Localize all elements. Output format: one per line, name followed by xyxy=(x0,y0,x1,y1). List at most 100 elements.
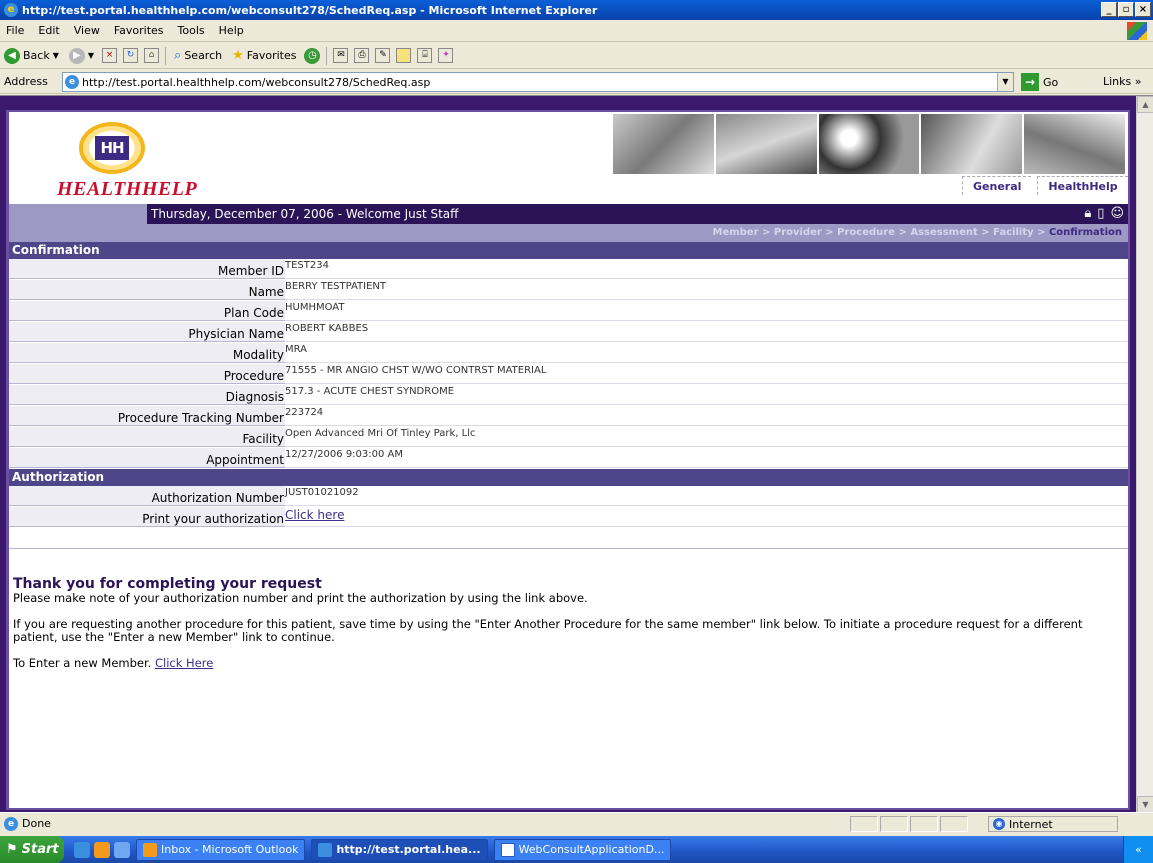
logo-wordmark: HEALTHHELP xyxy=(57,178,198,200)
table-row: Appointment 12/27/2006 9:03:00 AM xyxy=(9,448,1128,469)
search-button[interactable]: ⌕ Search xyxy=(172,48,224,63)
notes-icon[interactable] xyxy=(396,48,412,63)
window-title-bar: e http://test.portal.healthhelp.com/webc… xyxy=(0,0,1153,20)
nav-healthhelp-link[interactable]: HealthHelp xyxy=(1037,176,1128,195)
mouse-icon[interactable]: ▯ xyxy=(1097,206,1104,221)
table-row: Procedure Tracking Number 223724 xyxy=(9,406,1128,427)
authorization-heading: Authorization xyxy=(9,469,1128,486)
browser-viewport: HH HEALTHHELP General HealthHelp Thursda… xyxy=(0,95,1153,813)
page-done-icon: e xyxy=(4,816,18,831)
new-member-text: To Enter a new Member. xyxy=(13,656,152,670)
table-row: Diagnosis 517.3 - ACUTE CHEST SYNDROME xyxy=(9,385,1128,406)
windows-flag-icon: ⚑ xyxy=(6,842,18,857)
status-panels xyxy=(850,816,970,832)
field-value: HUMHMOAT xyxy=(285,301,1128,321)
scroll-up-icon[interactable]: ▲ xyxy=(1137,96,1153,113)
header-nav: General HealthHelp xyxy=(962,176,1128,195)
chevron-down-icon: ▼ xyxy=(52,51,59,60)
menu-bar: File Edit View Favorites Tools Help xyxy=(0,20,1153,42)
outlook-quicklaunch-icon[interactable] xyxy=(94,841,110,858)
search-icon: ⌕ xyxy=(174,48,182,63)
page-content: HH HEALTHHELP General HealthHelp Thursda… xyxy=(6,110,1130,810)
go-button[interactable]: → Go xyxy=(1021,73,1058,91)
table-row: Name BERRY TESTPATIENT xyxy=(9,280,1128,301)
field-label: Plan Code xyxy=(9,301,285,321)
address-input[interactable]: e http://test.portal.healthhelp.com/webc… xyxy=(62,72,1014,92)
vertical-scrollbar[interactable]: ▲ ▼ xyxy=(1136,96,1153,813)
links-toolbar[interactable]: Links » xyxy=(1103,75,1141,88)
forward-button[interactable]: ▶ ▼ xyxy=(67,47,96,64)
field-label: Name xyxy=(9,280,285,300)
stop-icon[interactable]: × xyxy=(102,48,118,63)
thanks-title: Thank you for completing your request xyxy=(13,576,322,592)
site-header: HH HEALTHHELP General HealthHelp xyxy=(9,112,1128,204)
star-icon: ★ xyxy=(232,48,244,63)
system-tray-expand[interactable]: « xyxy=(1123,836,1153,863)
smiley-icon[interactable]: ☺ xyxy=(1110,206,1124,221)
menu-favorites[interactable]: Favorites xyxy=(114,24,164,37)
field-label: Procedure Tracking Number xyxy=(9,406,285,426)
standard-toolbar: ◀ Back ▼ ▶ ▼ × ↻ ⌂ ⌕ Search ★ Favorites … xyxy=(0,43,1153,69)
table-row: Procedure 71555 - MR ANGIO CHST W/WO CON… xyxy=(9,364,1128,385)
ie-quicklaunch-icon[interactable] xyxy=(74,841,90,858)
maximize-button[interactable]: ▫ xyxy=(1118,2,1134,17)
refresh-icon[interactable]: ↻ xyxy=(123,48,139,63)
history-icon[interactable]: ◷ xyxy=(304,47,321,64)
word-icon xyxy=(500,842,515,857)
header-icons: 🔒︎ ▯ ☺ xyxy=(1084,206,1124,221)
table-row: Plan Code HUMHMOAT xyxy=(9,301,1128,322)
breadcrumb: Member > Provider > Procedure > Assessme… xyxy=(9,224,1128,242)
menu-view[interactable]: View xyxy=(74,24,100,37)
healthhelp-logo[interactable]: HH HEALTHHELP xyxy=(57,122,197,202)
messenger-icon[interactable]: ✦ xyxy=(438,48,454,63)
menu-file[interactable]: File xyxy=(6,24,24,37)
lock-icon[interactable]: 🔒︎ xyxy=(1084,206,1091,221)
back-button[interactable]: ◀ Back ▼ xyxy=(2,47,61,64)
table-row: Authorization Number JUST01021092 xyxy=(9,486,1128,507)
field-value: BERRY TESTPATIENT xyxy=(285,280,1128,300)
globe-icon: ◉ xyxy=(993,818,1005,830)
back-arrow-icon: ◀ xyxy=(4,47,20,64)
favorites-button[interactable]: ★ Favorites xyxy=(230,48,298,63)
new-member-line: To Enter a new Member. Click Here xyxy=(13,657,1128,670)
minimize-button[interactable]: _ xyxy=(1101,2,1117,17)
address-dropdown[interactable]: ▼ xyxy=(997,73,1013,91)
desktop-quicklaunch-icon[interactable] xyxy=(114,841,130,858)
welcome-bar-accent xyxy=(9,204,147,224)
new-member-link[interactable]: Click Here xyxy=(155,656,213,670)
ie-icon xyxy=(318,842,333,857)
ie-icon: e xyxy=(4,3,18,17)
field-label: Procedure xyxy=(9,364,285,384)
menu-edit[interactable]: Edit xyxy=(38,24,59,37)
start-button[interactable]: ⚑ Start xyxy=(0,836,64,863)
zone-text: Internet xyxy=(1009,817,1053,831)
field-value: Open Advanced Mri Of Tinley Park, Llc xyxy=(285,427,1128,447)
welcome-text: Thursday, December 07, 2006 - Welcome Ju… xyxy=(151,207,459,221)
field-label: Member ID xyxy=(9,259,285,279)
toolbar-separator xyxy=(165,46,167,65)
field-value: 71555 - MR ANGIO CHST W/WO CONTRST MATER… xyxy=(285,364,1128,384)
taskbar-item-outlook[interactable]: Inbox - Microsoft Outlook xyxy=(136,838,306,861)
field-value: ROBERT KABBES xyxy=(285,322,1128,342)
status-bar: e Done ◉ Internet xyxy=(0,812,1153,834)
close-button[interactable]: × xyxy=(1135,2,1151,17)
address-url: http://test.portal.healthhelp.com/webcon… xyxy=(82,75,431,89)
table-row: Print your authorization Click here xyxy=(9,507,1128,528)
welcome-bar: Thursday, December 07, 2006 - Welcome Ju… xyxy=(9,204,1128,224)
research-icon[interactable]: ⌸ xyxy=(417,48,433,63)
menu-tools[interactable]: Tools xyxy=(178,24,205,37)
edit-icon[interactable]: ✎ xyxy=(375,48,391,63)
outlook-icon xyxy=(143,842,157,857)
home-icon[interactable]: ⌂ xyxy=(144,48,160,63)
mail-icon[interactable]: ✉ xyxy=(333,48,349,63)
print-authorization-link[interactable]: Click here xyxy=(285,508,344,522)
menu-help[interactable]: Help xyxy=(219,24,244,37)
nav-general-link[interactable]: General xyxy=(962,176,1032,195)
taskbar-item-word[interactable]: WebConsultApplicationD... xyxy=(493,838,672,861)
field-value: MRA xyxy=(285,343,1128,363)
scroll-down-icon[interactable]: ▼ xyxy=(1137,796,1153,813)
authorization-number-label: Authorization Number xyxy=(9,486,285,506)
print-icon[interactable]: ⎙ xyxy=(354,48,370,63)
security-zone[interactable]: ◉ Internet xyxy=(988,816,1118,832)
taskbar-item-ie[interactable]: http://test.portal.hea... xyxy=(311,838,488,861)
